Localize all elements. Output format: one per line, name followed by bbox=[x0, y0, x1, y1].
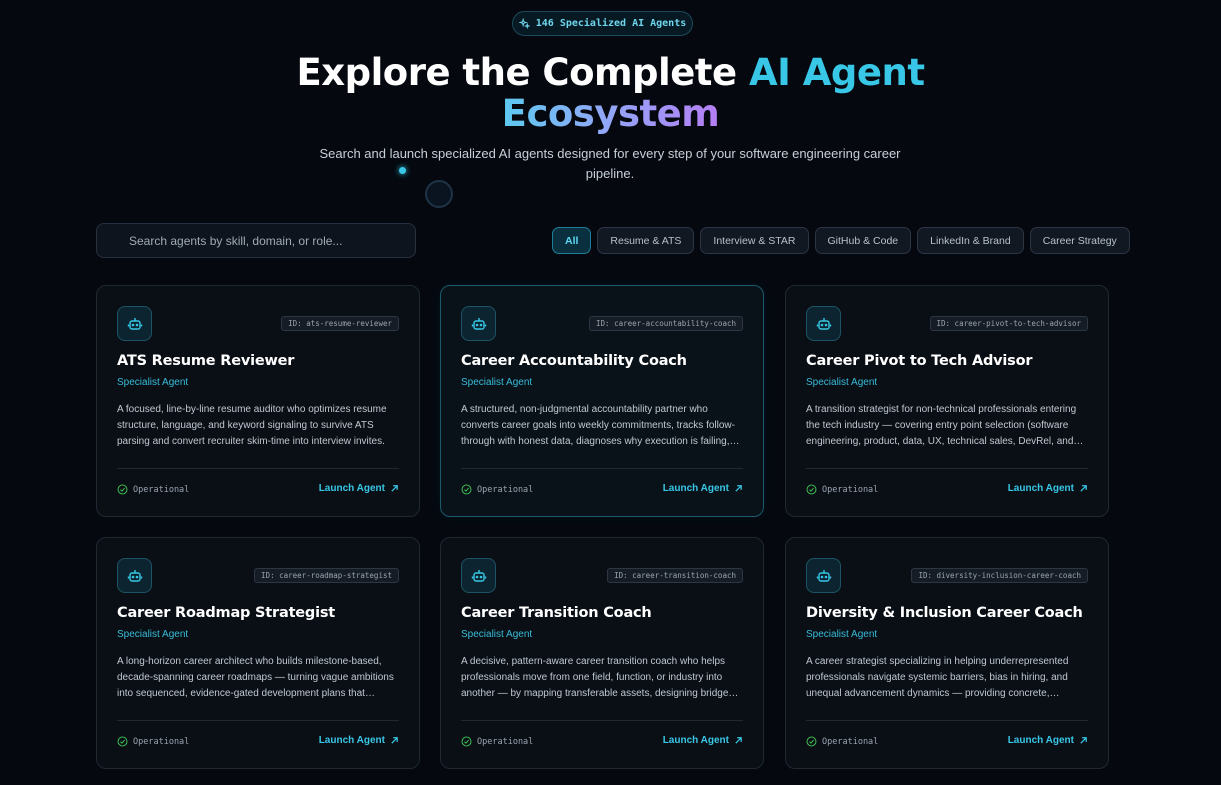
robot-icon bbox=[461, 306, 496, 341]
card-divider bbox=[117, 468, 399, 469]
agent-role: Specialist Agent bbox=[117, 377, 189, 388]
agent-role: Specialist Agent bbox=[806, 629, 878, 640]
launch-label: Launch Agent bbox=[318, 735, 385, 746]
agent-id-tag: ID: career-pivot-to-tech-advisor bbox=[929, 316, 1088, 331]
agent-title: Career Accountability Coach bbox=[461, 353, 687, 369]
check-circle-icon bbox=[117, 484, 128, 495]
agent-description: A career strategist specializing in help… bbox=[806, 656, 1069, 699]
search-input[interactable] bbox=[129, 233, 399, 248]
agent-id-tag: ID: career-transition-coach bbox=[607, 568, 743, 583]
agent-status: Operational bbox=[117, 736, 189, 747]
agent-title: Career Roadmap Strategist bbox=[117, 605, 336, 621]
agent-id-tag: ID: ats-resume-reviewer bbox=[281, 316, 399, 331]
agent-description: A transition strategist for non-technica… bbox=[806, 404, 1084, 447]
sparkles-icon bbox=[518, 18, 530, 29]
status-text: Operational bbox=[477, 484, 534, 495]
agent-role: Specialist Agent bbox=[117, 629, 189, 640]
robot-icon bbox=[806, 306, 841, 341]
agent-description: A focused, line-by-line resume auditor w… bbox=[117, 404, 387, 447]
card-divider bbox=[461, 720, 743, 721]
robot-icon bbox=[117, 306, 152, 341]
agent-card[interactable]: ID: career-transition-coach Career Trans… bbox=[440, 537, 764, 769]
robot-icon bbox=[117, 558, 152, 593]
status-text: Operational bbox=[133, 484, 190, 495]
status-text: Operational bbox=[133, 736, 190, 747]
page-title: Explore the Complete AI Agent Ecosystem bbox=[0, 52, 1221, 134]
check-circle-icon bbox=[461, 736, 472, 747]
launch-label: Launch Agent bbox=[1007, 483, 1074, 494]
agent-role: Specialist Agent bbox=[461, 377, 533, 388]
agent-role: Specialist Agent bbox=[806, 377, 878, 388]
agent-status: Operational bbox=[117, 484, 189, 495]
filter-linkedin-brand[interactable]: LinkedIn & Brand bbox=[917, 227, 1024, 254]
search-box[interactable] bbox=[96, 223, 416, 258]
agent-card[interactable]: ID: diversity-inclusion-career-coach Div… bbox=[785, 537, 1109, 769]
agent-count-badge: 146 Specialized AI Agents bbox=[512, 11, 693, 36]
check-circle-icon bbox=[461, 484, 472, 495]
launch-label: Launch Agent bbox=[318, 483, 385, 494]
status-text: Operational bbox=[477, 736, 534, 747]
filter-resume-ats[interactable]: Resume & ATS bbox=[597, 227, 695, 254]
page-subtitle: Search and launch specialized AI agents … bbox=[319, 146, 901, 181]
check-circle-icon bbox=[806, 736, 817, 747]
agent-description: A structured, non-judgmental accountabil… bbox=[461, 404, 740, 447]
launch-agent-link[interactable]: Launch Agent bbox=[319, 483, 399, 494]
check-circle-icon bbox=[117, 736, 128, 747]
agent-card[interactable]: ID: career-accountability-coach Career A… bbox=[440, 285, 764, 517]
agent-id-tag: ID: career-roadmap-strategist bbox=[254, 568, 399, 583]
title-part-3: Ecosystem bbox=[501, 92, 720, 135]
arrow-up-right-icon bbox=[1080, 485, 1087, 492]
filter-github-code[interactable]: GitHub & Code bbox=[814, 227, 912, 254]
search-icon bbox=[108, 234, 120, 247]
filter-career-strategy[interactable]: Career Strategy bbox=[1029, 227, 1130, 254]
robot-icon bbox=[461, 558, 496, 593]
status-text: Operational bbox=[822, 736, 879, 747]
status-text: Operational bbox=[822, 484, 879, 495]
decorative-dot bbox=[399, 167, 406, 174]
agent-description: A long-horizon career architect who buil… bbox=[117, 656, 394, 699]
agent-title: ATS Resume Reviewer bbox=[117, 353, 295, 369]
agent-status: Operational bbox=[461, 484, 533, 495]
card-divider bbox=[117, 720, 399, 721]
launch-agent-link[interactable]: Launch Agent bbox=[319, 735, 399, 746]
agent-id-tag: ID: diversity-inclusion-career-coach bbox=[911, 568, 1088, 583]
launch-agent-link[interactable]: Launch Agent bbox=[663, 483, 743, 494]
decorative-ring bbox=[425, 180, 453, 208]
agent-title: Career Pivot to Tech Advisor bbox=[806, 353, 1033, 369]
agent-directory-page: 146 Specialized AI Agents Explore the Co… bbox=[0, 0, 1221, 785]
card-divider bbox=[461, 468, 743, 469]
launch-label: Launch Agent bbox=[662, 483, 729, 494]
title-part-2: AI Agent bbox=[748, 51, 925, 94]
launch-agent-link[interactable]: Launch Agent bbox=[663, 735, 743, 746]
agent-role: Specialist Agent bbox=[461, 629, 533, 640]
arrow-up-right-icon bbox=[391, 485, 398, 492]
agent-card[interactable]: ID: career-pivot-to-tech-advisor Career … bbox=[785, 285, 1109, 517]
agent-count-text: 146 Specialized AI Agents bbox=[535, 18, 687, 29]
agent-card[interactable]: ID: career-roadmap-strategist Career Roa… bbox=[96, 537, 420, 769]
agent-status: Operational bbox=[806, 736, 878, 747]
agent-status: Operational bbox=[806, 484, 878, 495]
category-filters: All Resume & ATS Interview & STAR GitHub… bbox=[552, 227, 1130, 254]
agent-description: A decisive, pattern-aware career transit… bbox=[461, 656, 739, 699]
agent-title: Career Transition Coach bbox=[461, 605, 652, 621]
arrow-up-right-icon bbox=[1080, 737, 1087, 744]
arrow-up-right-icon bbox=[735, 737, 742, 744]
check-circle-icon bbox=[806, 484, 817, 495]
card-divider bbox=[806, 720, 1088, 721]
agent-status: Operational bbox=[461, 736, 533, 747]
filter-all[interactable]: All bbox=[552, 227, 592, 254]
launch-label: Launch Agent bbox=[1007, 735, 1074, 746]
launch-agent-link[interactable]: Launch Agent bbox=[1008, 735, 1088, 746]
filter-interview-star[interactable]: Interview & STAR bbox=[700, 227, 809, 254]
card-divider bbox=[806, 468, 1088, 469]
arrow-up-right-icon bbox=[735, 485, 742, 492]
agent-card[interactable]: ID: ats-resume-reviewer ATS Resume Revie… bbox=[96, 285, 420, 517]
robot-icon bbox=[806, 558, 841, 593]
title-part-1: Explore the Complete bbox=[296, 51, 749, 94]
agent-id-tag: ID: career-accountability-coach bbox=[589, 316, 743, 331]
launch-label: Launch Agent bbox=[662, 735, 729, 746]
arrow-up-right-icon bbox=[391, 737, 398, 744]
agent-title: Diversity & Inclusion Career Coach bbox=[806, 605, 1083, 621]
launch-agent-link[interactable]: Launch Agent bbox=[1008, 483, 1088, 494]
